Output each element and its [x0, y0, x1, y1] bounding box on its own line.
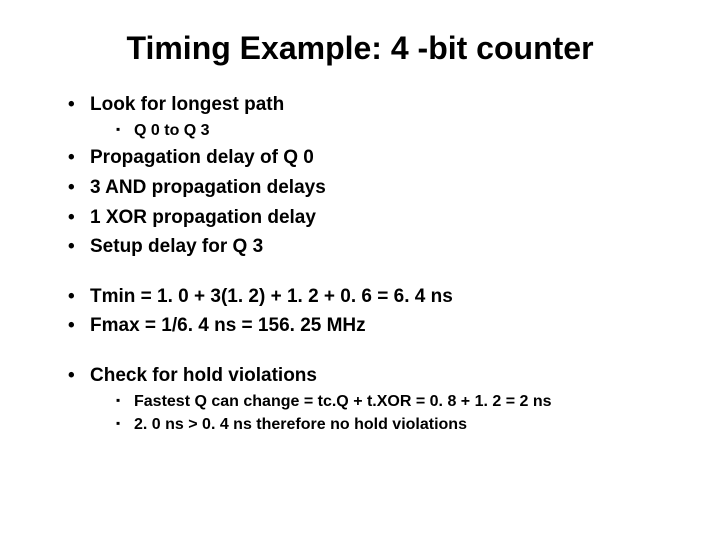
bullet-text: 3 AND propagation delays [90, 177, 326, 198]
sub-bullet-item: Fastest Q can change = tc.Q + t.XOR = 0.… [116, 391, 680, 413]
bullet-text: Tmin = 1. 0 + 3(1. 2) + 1. 2 + 0. 6 = 6.… [90, 286, 453, 307]
bullet-text: Fmax = 1/6. 4 ns = 156. 25 MHz [90, 315, 366, 336]
bullet-text: Look for longest path [90, 94, 284, 115]
bullet-text: Setup delay for Q 3 [90, 236, 263, 257]
bullet-item: 3 AND propagation delays [68, 175, 680, 201]
bullet-item: Look for longest path Q 0 to Q 3 [68, 92, 680, 141]
sub-bullet-item: Q 0 to Q 3 [116, 120, 680, 142]
bullet-item: Fmax = 1/6. 4 ns = 156. 25 MHz [68, 313, 680, 339]
spacer [40, 343, 680, 363]
bullet-text: 1 XOR propagation delay [90, 207, 316, 228]
bullet-text: Check for hold violations [90, 365, 317, 386]
sub-bullet-list: Q 0 to Q 3 [116, 120, 680, 142]
bullet-item: Tmin = 1. 0 + 3(1. 2) + 1. 2 + 0. 6 = 6.… [68, 284, 680, 310]
bullet-item: Propagation delay of Q 0 [68, 145, 680, 171]
sub-bullet-text: Fastest Q can change = tc.Q + t.XOR = 0.… [134, 393, 552, 410]
bullet-item: Check for hold violations Fastest Q can … [68, 363, 680, 436]
slide-title: Timing Example: 4 -bit counter [40, 30, 680, 67]
bullet-text: Propagation delay of Q 0 [90, 147, 314, 168]
sub-bullet-text: 2. 0 ns > 0. 4 ns therefore no hold viol… [134, 416, 467, 433]
slide: Timing Example: 4 -bit counter Look for … [0, 0, 720, 540]
bullet-item: 1 XOR propagation delay [68, 205, 680, 231]
bullet-list: Check for hold violations Fastest Q can … [68, 363, 680, 436]
sub-bullet-item: 2. 0 ns > 0. 4 ns therefore no hold viol… [116, 414, 680, 436]
sub-bullet-list: Fastest Q can change = tc.Q + t.XOR = 0.… [116, 391, 680, 436]
sub-bullet-text: Q 0 to Q 3 [134, 122, 210, 139]
bullet-list: Look for longest path Q 0 to Q 3 Propaga… [68, 92, 680, 260]
bullet-item: Setup delay for Q 3 [68, 234, 680, 260]
bullet-list: Tmin = 1. 0 + 3(1. 2) + 1. 2 + 0. 6 = 6.… [68, 284, 680, 339]
spacer [40, 264, 680, 284]
